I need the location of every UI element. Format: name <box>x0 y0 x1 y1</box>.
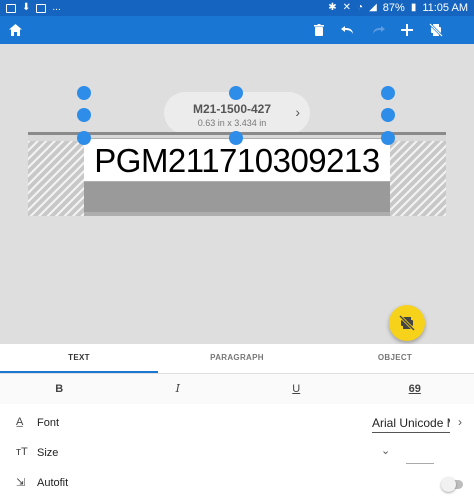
property-tabs: TEXT PARAGRAPH OBJECT <box>0 344 474 374</box>
home-button[interactable] <box>1 16 29 44</box>
battery-icon: ▮ <box>410 2 417 13</box>
tab-paragraph[interactable]: PARAGRAPH <box>158 344 316 373</box>
printable-area-lower <box>84 182 390 212</box>
resize-handle-top[interactable] <box>229 86 243 100</box>
size-dropdown-button[interactable]: ⌄ <box>381 444 390 457</box>
text-size-icon: ᴛT <box>16 446 28 458</box>
size-row: ᴛT Size ⌄ <box>0 438 474 468</box>
font-icon: A̲ <box>16 416 24 428</box>
label-text-object[interactable]: PGM211710309213 <box>84 140 390 182</box>
app-toolbar <box>0 16 474 44</box>
redo-button[interactable] <box>364 16 392 44</box>
label-canvas[interactable]: M21-1500-427 0.63 in x 3.434 in › PGM211… <box>0 44 474 344</box>
resize-handle-bottom-left[interactable] <box>77 131 91 145</box>
print-fab[interactable] <box>389 305 425 341</box>
font-row[interactable]: A̲ Font Arial Unicode M › <box>0 408 474 438</box>
rotate-text-button[interactable]: 69 <box>356 374 474 404</box>
bluetooth-icon: ✱ <box>328 2 337 13</box>
font-value[interactable]: Arial Unicode M <box>372 416 450 433</box>
resize-handle-top-left[interactable] <box>77 86 91 100</box>
image-icon <box>6 3 16 13</box>
chevron-right-icon: › <box>295 104 300 120</box>
undo-button[interactable] <box>334 16 362 44</box>
signal-icon: ◢ <box>369 2 377 13</box>
clock: 11:05 AM <box>422 2 468 14</box>
underline-button[interactable]: U <box>237 374 356 404</box>
home-icon <box>8 24 22 36</box>
bold-button[interactable]: B <box>0 374 119 404</box>
undo-icon <box>341 26 353 34</box>
tab-text[interactable]: TEXT <box>0 344 158 373</box>
flipboard-icon <box>36 3 47 13</box>
more-notifications: ... <box>52 2 61 13</box>
print-disabled-icon <box>429 23 443 37</box>
delete-icon <box>314 24 324 36</box>
autofit-toggle-knob[interactable] <box>441 477 456 492</box>
size-label: Size <box>37 447 59 459</box>
tab-object[interactable]: OBJECT <box>316 344 474 373</box>
status-bar: ⬇ ... ✱ ✕ ◔ ◢ 87% ▮ 11:05 AM <box>0 0 474 16</box>
autofit-row: ⇲ Autofit <box>0 468 474 497</box>
add-icon <box>401 24 413 36</box>
printer-status-button[interactable] <box>422 16 450 44</box>
resize-handle-left[interactable] <box>77 108 91 122</box>
label-dimensions: 0.63 in x 3.434 in <box>197 118 267 128</box>
text-format-row: B I U 69 <box>0 374 474 404</box>
tape-margin-left <box>28 141 84 216</box>
resize-handle-right[interactable] <box>381 108 395 122</box>
autofit-icon: ⇲ <box>16 477 26 489</box>
mute-icon: ✕ <box>342 2 352 13</box>
battery-percent: 87% <box>382 2 405 14</box>
wifi-icon: ◔ <box>357 2 364 13</box>
size-input[interactable] <box>406 450 434 464</box>
redo-icon <box>373 26 385 34</box>
label-part-number: M21-1500-427 <box>192 102 272 116</box>
download-icon: ⬇ <box>22 2 31 13</box>
italic-button[interactable]: I <box>119 374 238 404</box>
delete-button[interactable] <box>305 16 333 44</box>
tape-margin-right <box>390 141 446 216</box>
chevron-right-icon: › <box>458 415 462 429</box>
resize-handle-bottom-right[interactable] <box>381 131 395 145</box>
resize-handle-top-right[interactable] <box>381 86 395 100</box>
print-off-icon <box>399 315 415 331</box>
resize-handle-bottom[interactable] <box>229 131 243 145</box>
autofit-label: Autofit <box>37 477 69 489</box>
add-button[interactable] <box>393 16 421 44</box>
font-label: Font <box>37 417 60 429</box>
